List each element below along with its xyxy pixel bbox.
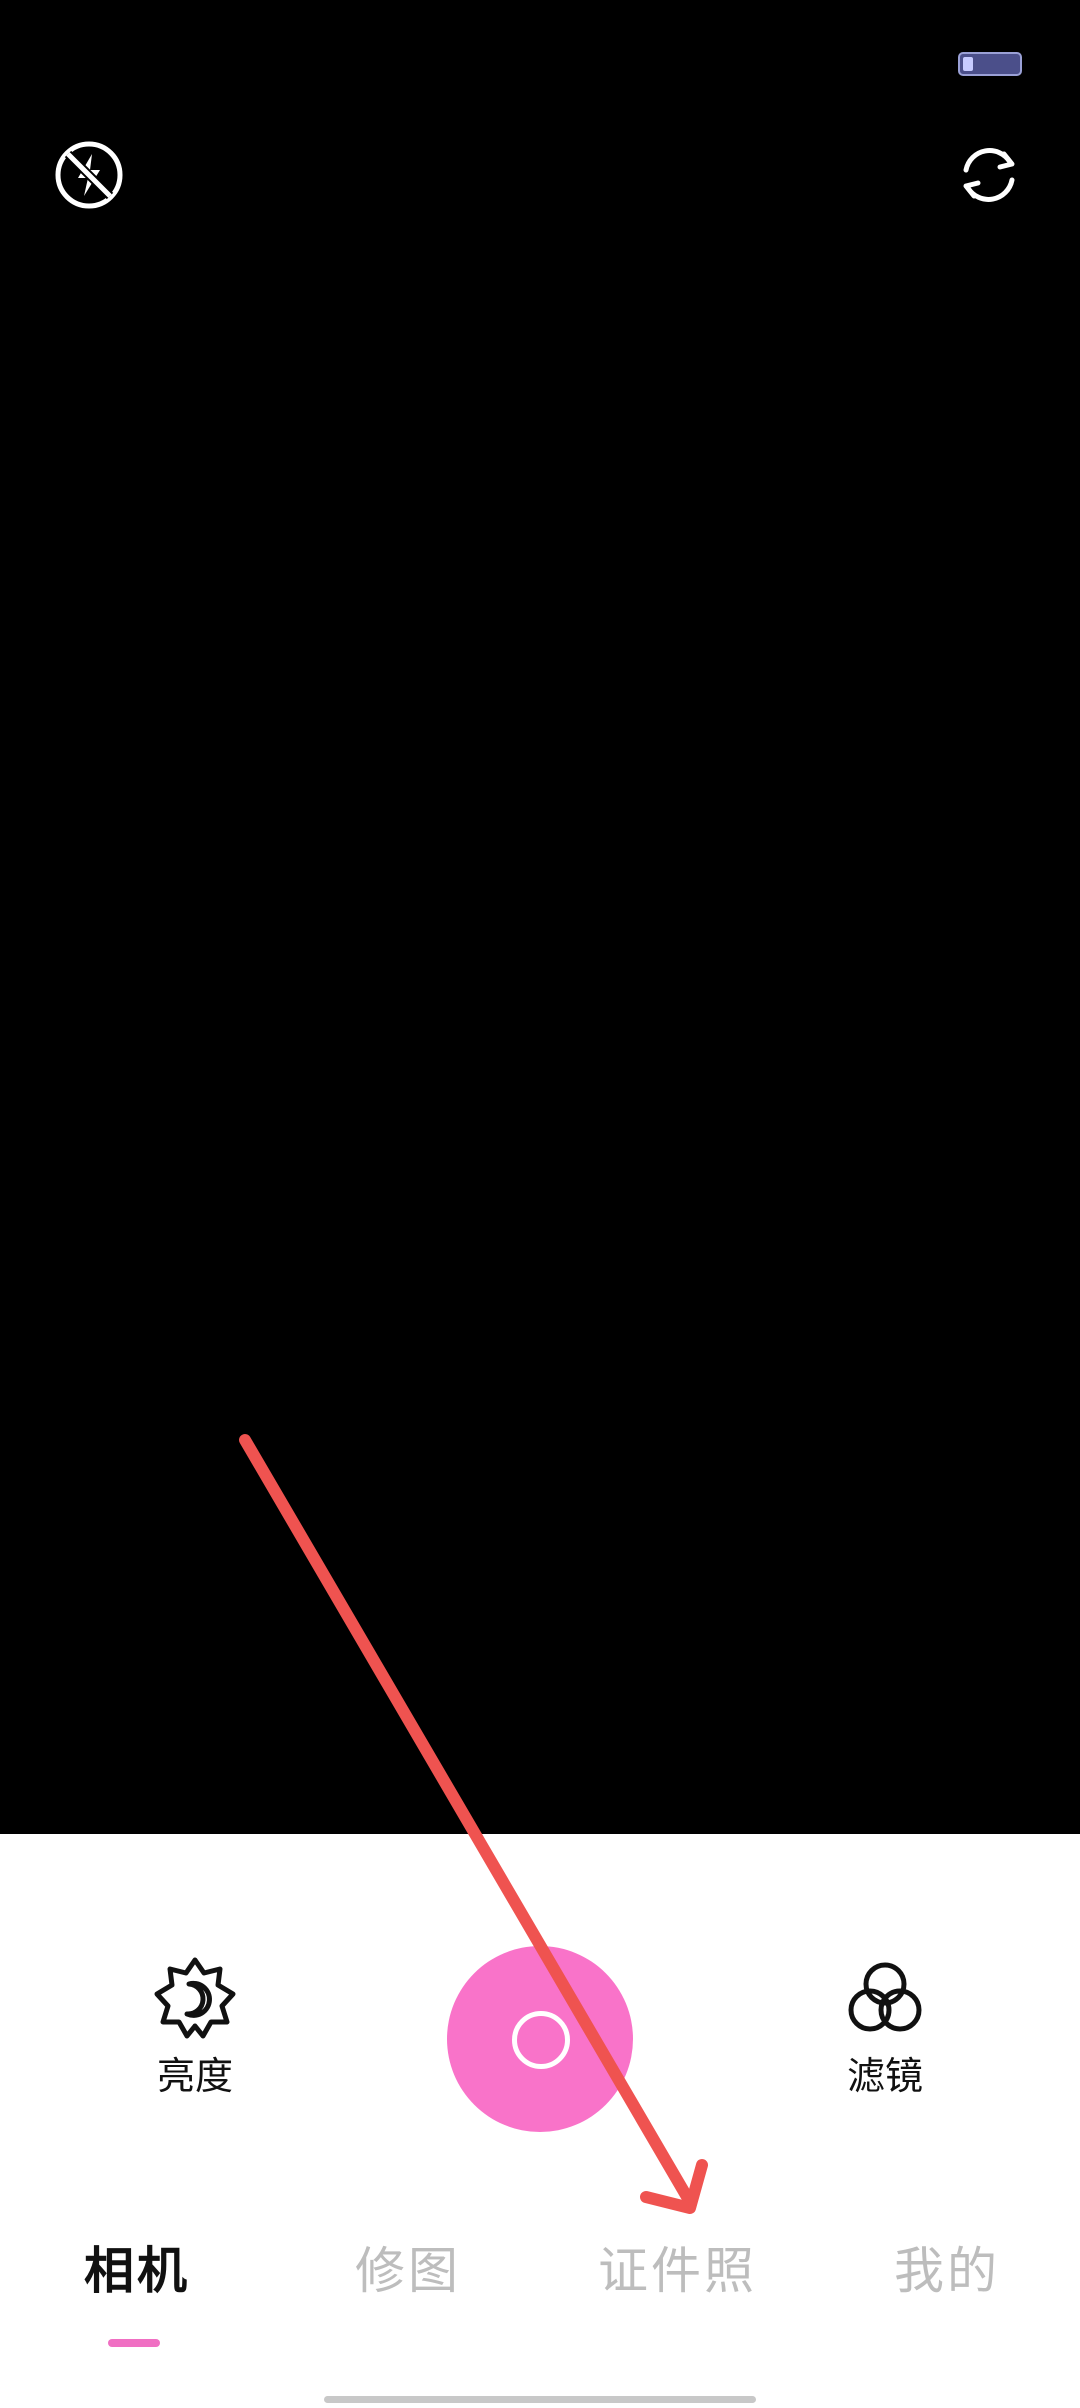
flash-off-icon[interactable]: [54, 140, 124, 210]
filter-tool[interactable]: 滤镜: [800, 1956, 970, 2100]
shutter-button[interactable]: [447, 1946, 633, 2132]
tab-id-photo[interactable]: 证件照: [598, 2240, 757, 2302]
camera-switch-icon[interactable]: [954, 140, 1024, 210]
filter-label: 滤镜: [846, 2054, 923, 2098]
tab-camera[interactable]: 相机: [84, 2240, 190, 2302]
shutter-ring-icon: [512, 2011, 570, 2069]
camera-screen: 亮度 滤镜 相机 修图 证件照 我的: [0, 0, 1080, 2408]
tab-mine[interactable]: 我的: [894, 2240, 1000, 2302]
brightness-icon: [154, 1957, 236, 2039]
camera-viewfinder[interactable]: [0, 0, 1080, 1834]
active-tab-indicator: [108, 2339, 160, 2347]
brightness-tool[interactable]: 亮度: [110, 1956, 280, 2100]
tab-edit[interactable]: 修图: [355, 2240, 461, 2302]
bottom-tab-bar: 相机 修图 证件照 我的: [0, 2240, 1080, 2350]
filter-icon: [848, 1962, 922, 2032]
brightness-label: 亮度: [156, 2054, 233, 2098]
home-indicator[interactable]: [324, 2396, 756, 2403]
battery-icon: [958, 52, 1022, 76]
